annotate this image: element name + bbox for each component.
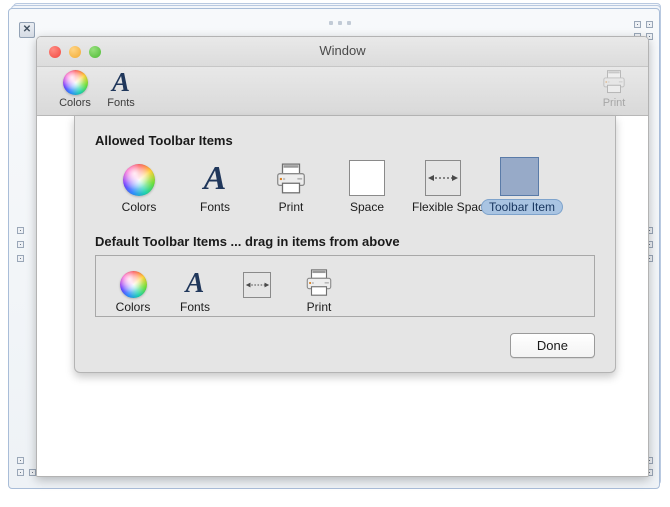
double-arrow-icon	[428, 175, 458, 181]
printer-icon	[288, 264, 350, 298]
palette-item-print-label: Print	[278, 200, 304, 214]
palette-item-toolbar-item-label: Toolbar Item	[481, 199, 564, 215]
done-button[interactable]: Done	[509, 333, 595, 358]
top-right-grip-b[interactable]	[646, 21, 653, 28]
customize-toolbar-sheet: Allowed Toolbar Items Colors A Fonts Pri…	[74, 116, 616, 373]
well-item-print[interactable]: Print	[288, 264, 350, 314]
toolbar-button-colors[interactable]: Colors	[49, 68, 101, 109]
window-content: Allowed Toolbar Items Colors A Fonts Pri…	[37, 116, 648, 476]
palette-item-flexible-space[interactable]: Flexible Space	[405, 154, 491, 216]
color-wheel-icon	[49, 68, 101, 96]
double-arrow-icon	[245, 282, 269, 288]
printer-icon-svg	[277, 163, 305, 194]
well-item-fonts-label: Fonts	[179, 300, 210, 314]
color-wheel-icon	[101, 154, 177, 196]
font-a-icon: A	[111, 66, 130, 97]
font-a-icon: A	[185, 268, 205, 299]
well-item-print-label: Print	[306, 300, 332, 314]
well-item-colors[interactable]: Colors	[102, 264, 164, 314]
palette-item-fonts-label: Fonts	[199, 200, 230, 214]
well-item-fonts[interactable]: A Fonts	[164, 264, 226, 315]
toolbar-button-fonts-label: Fonts	[107, 97, 135, 109]
palette-item-print[interactable]: Print	[253, 154, 329, 216]
toolbar-button-colors-label: Colors	[59, 97, 91, 109]
bottom-left-grip-c[interactable]	[17, 457, 24, 464]
flexible-space-icon	[405, 154, 481, 196]
left-edge-grip-b[interactable]	[17, 241, 24, 248]
palette-item-colors[interactable]: Colors	[101, 154, 177, 216]
app-window: Window Colors A Fonts Print Allowed Tool…	[36, 36, 649, 477]
bottom-left-grip-a[interactable]	[17, 469, 24, 476]
printer-icon	[253, 154, 329, 196]
palette-item-space[interactable]: Space	[329, 154, 405, 216]
printer-icon-svg	[603, 70, 625, 94]
close-glyph: ✕	[22, 24, 32, 35]
font-a-icon: A	[203, 160, 227, 197]
left-edge-grip-a[interactable]	[17, 227, 24, 234]
toolbar-item-icon	[481, 154, 557, 196]
palette-item-colors-label: Colors	[121, 200, 157, 214]
toolbar-button-print-label: Print	[602, 97, 626, 109]
printer-icon-svg	[306, 269, 332, 296]
printer-icon	[588, 68, 640, 96]
outer-frame: ✕ Window Colors A Fonts Print Allowed To…	[8, 8, 660, 489]
palette-item-toolbar-item[interactable]: Toolbar Item	[481, 154, 564, 216]
page-title: Window	[319, 43, 366, 58]
left-edge-grip-c[interactable]	[17, 255, 24, 262]
well-item-flexible-space[interactable]	[226, 264, 288, 300]
close-icon[interactable]: ✕	[19, 22, 35, 38]
window-titlebar[interactable]: Window	[37, 37, 648, 67]
default-toolbar-well[interactable]: Colors A Fonts Print	[95, 255, 595, 317]
well-item-colors-label: Colors	[115, 300, 151, 314]
bottom-left-grip-b[interactable]	[29, 469, 36, 476]
allowed-items-palette: Colors A Fonts Print Space Flexible Spac…	[95, 154, 595, 216]
allowed-items-heading: Allowed Toolbar Items	[95, 133, 233, 148]
sheet-footer: Done	[95, 333, 595, 358]
top-right-grip-a[interactable]	[634, 21, 641, 28]
flexible-space-icon	[226, 264, 288, 298]
top-edge-grip[interactable]	[329, 21, 351, 25]
color-wheel-icon	[102, 264, 164, 298]
toolbar-button-fonts[interactable]: A Fonts	[95, 68, 147, 109]
space-box-icon	[329, 154, 405, 196]
default-items-heading: Default Toolbar Items ... drag in items …	[95, 234, 400, 249]
palette-item-space-label: Space	[349, 200, 385, 214]
palette-item-fonts[interactable]: A Fonts	[177, 154, 253, 216]
toolbar-button-print[interactable]: Print	[588, 68, 640, 109]
window-toolbar: Colors A Fonts Print	[37, 67, 648, 116]
